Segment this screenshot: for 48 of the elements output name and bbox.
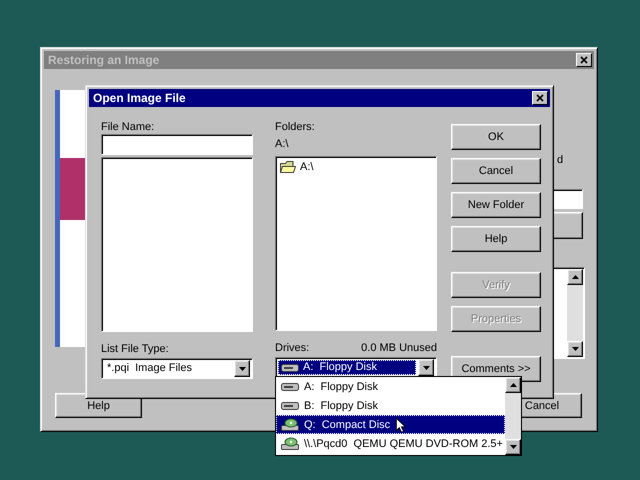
drive-icon: [281, 362, 299, 373]
up-arrow-icon: [510, 383, 516, 387]
drive-option[interactable]: Q: Compact Disc: [276, 415, 505, 434]
folder-icon: [280, 160, 296, 173]
window-title: Open Image File: [93, 91, 186, 105]
field-label: Folders:: [275, 120, 316, 134]
file-type-dropdown[interactable]: *.pqi Image Files: [101, 358, 253, 379]
close-icon: [580, 56, 588, 64]
drive-value: A: Floppy Disk: [303, 360, 377, 375]
down-arrow-icon: [422, 366, 430, 370]
scroll-down-button[interactable]: [567, 341, 583, 357]
drive-option[interactable]: \\.\Pqcd0 QEMU QEMU DVD-ROM 2.5+: [276, 434, 505, 453]
close-button[interactable]: [576, 53, 592, 67]
dialog-button[interactable]: Cancel: [451, 158, 541, 184]
field-label: Drives:: [275, 341, 310, 355]
folder-list[interactable]: A:\: [275, 156, 437, 331]
drive-icon: [281, 381, 299, 392]
dialog-button[interactable]: New Folder: [451, 192, 541, 218]
drive-icon: [281, 400, 299, 411]
folder-path: A:\: [275, 137, 290, 151]
close-icon: [536, 94, 544, 102]
scroll-down-button[interactable]: [505, 439, 521, 455]
scrollbar[interactable]: [567, 269, 583, 357]
dialog-button[interactable]: OK: [451, 124, 541, 150]
folder-item[interactable]: A:\: [300, 160, 314, 172]
scroll-up-button[interactable]: [567, 269, 583, 285]
field-label: File Name:: [101, 120, 156, 134]
cd-drive-icon: [281, 437, 299, 450]
file-name-field[interactable]: [101, 134, 253, 155]
drive-dropdown[interactable]: A: Floppy Disk: [275, 357, 437, 378]
dialog-button[interactable]: Help: [451, 226, 541, 252]
down-arrow-icon: [572, 347, 578, 351]
dropdown-button[interactable]: [234, 360, 250, 377]
pointer-icon: [396, 418, 406, 433]
free-space-label: 0.0 MB Unused: [361, 341, 437, 355]
dropdown-button[interactable]: [418, 359, 434, 376]
scrollbar[interactable]: [505, 377, 521, 455]
down-arrow-icon: [238, 366, 246, 370]
close-button[interactable]: [532, 91, 548, 105]
window-title: Restoring an Image: [48, 53, 160, 67]
field-label: List File Type:: [101, 342, 169, 356]
scroll-up-button[interactable]: [505, 377, 521, 393]
up-arrow-icon: [572, 275, 578, 279]
file-list[interactable]: [101, 157, 253, 332]
partial-label: d: [557, 154, 564, 166]
drive-option[interactable]: B: Floppy Disk: [276, 396, 505, 415]
cd-drive-icon: [281, 418, 299, 431]
down-arrow-icon: [510, 445, 516, 449]
